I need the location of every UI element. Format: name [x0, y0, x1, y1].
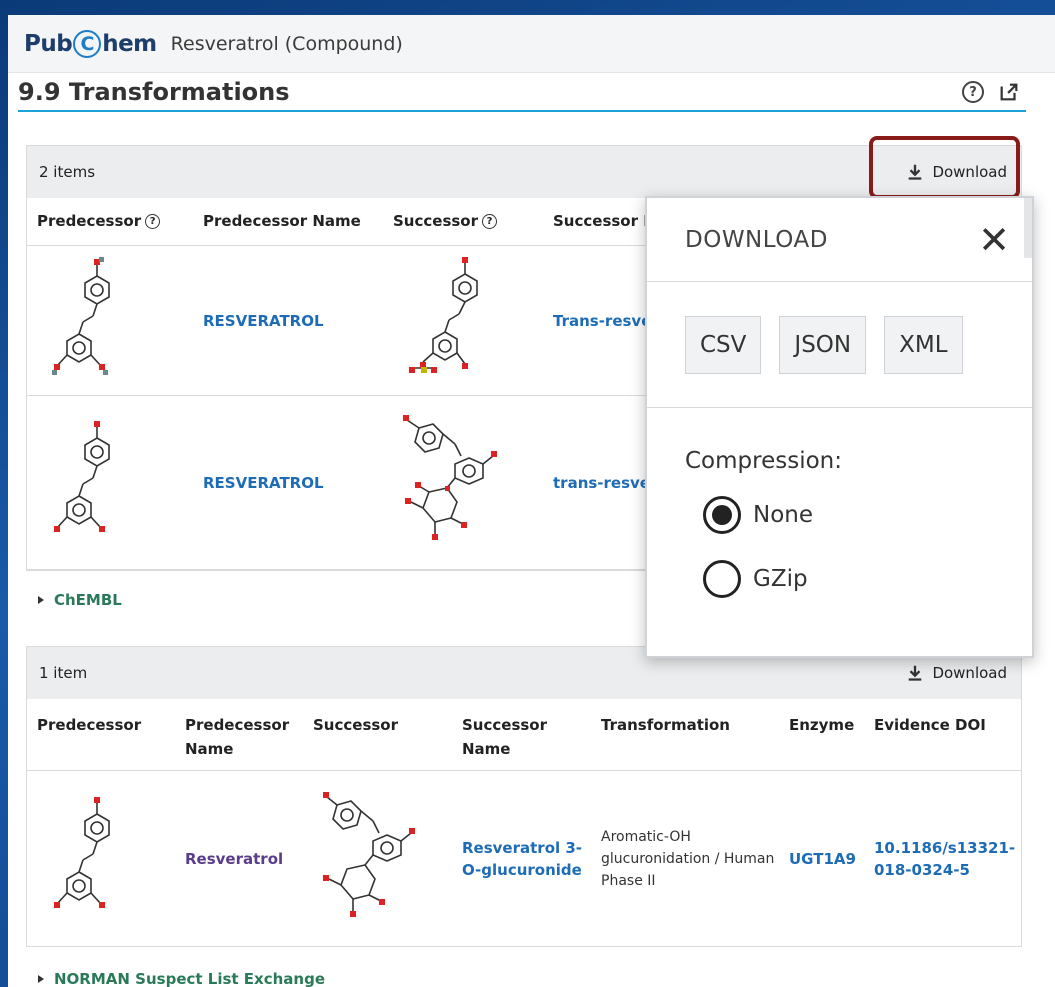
help-icon[interactable]: ?: [962, 81, 984, 103]
compression-label: Compression:: [685, 448, 842, 474]
item-count: 1 item: [39, 664, 88, 682]
structure-image[interactable]: [383, 254, 543, 388]
predecessor-name-link[interactable]: RESVERATROL: [203, 474, 324, 492]
logo-text-pub: Pub: [24, 30, 73, 57]
dialog-title: DOWNLOAD: [685, 226, 828, 253]
structure-image[interactable]: [27, 416, 193, 550]
structure-image[interactable]: [27, 254, 193, 388]
download-button[interactable]: Download: [906, 664, 1007, 682]
col-evidence-doi[interactable]: Evidence DOI: [864, 699, 1004, 770]
logo-c-icon: C: [73, 29, 102, 58]
successor-name-link[interactable]: Resveratrol 3-O-glucuronide: [462, 839, 582, 879]
molecule-icon: [54, 420, 110, 532]
enzyme-link[interactable]: UGT1A9: [789, 850, 856, 868]
section-title: 9.9 Transformations: [18, 78, 290, 106]
item-count: 2 items: [39, 163, 96, 181]
pubchem-page: Pub C hem Resveratrol (Compound) 9.9 Tra…: [8, 15, 1055, 987]
col-predecessor-name[interactable]: Predecessor Name: [175, 699, 303, 770]
col-transformation[interactable]: Transformation: [591, 699, 779, 770]
download-highlight: [869, 136, 1020, 199]
dialog-header: DOWNLOAD ✕: [647, 198, 1032, 282]
expand-triangle-icon: [38, 975, 44, 983]
format-buttons: CSV JSON XML: [647, 282, 1032, 408]
molecule-icon: [54, 796, 110, 908]
help-icon[interactable]: ?: [145, 214, 161, 229]
col-predecessor-name[interactable]: Predecessor Name: [193, 198, 383, 245]
download-icon: [909, 665, 922, 681]
logo-text-hem: hem: [102, 30, 157, 57]
popup-scrollbar[interactable]: [1024, 198, 1032, 258]
expander-label: NORMAN Suspect List Exchange: [54, 970, 325, 987]
structure-image[interactable]: [27, 792, 175, 926]
compression-section: Compression: None GZip: [647, 408, 1032, 598]
csv-button[interactable]: CSV: [685, 315, 762, 374]
table-row: Resveratrol Resveratrol 3-O-glucuronide …: [27, 771, 1021, 946]
close-icon[interactable]: ✕: [978, 221, 1010, 259]
molecule-icon: [403, 414, 497, 540]
col-successor-name[interactable]: Successor Name: [452, 699, 591, 770]
structure-image[interactable]: [303, 787, 452, 931]
molecule-icon: [409, 256, 478, 373]
xml-button[interactable]: XML: [884, 315, 963, 374]
radio-selected-icon[interactable]: [703, 496, 741, 534]
successor-name-link[interactable]: trans-resver: [553, 474, 657, 492]
pubchem-logo[interactable]: Pub C hem: [24, 29, 157, 58]
help-icon[interactable]: ?: [482, 214, 497, 229]
top-bar: Pub C hem Resveratrol (Compound): [8, 15, 1055, 73]
radio-gzip-label: GZip: [753, 566, 808, 592]
radio-gzip[interactable]: GZip: [703, 560, 1032, 598]
table-2-columns: Predecessor Predecessor Name Successor S…: [27, 699, 1021, 771]
radio-none[interactable]: None: [703, 496, 1032, 534]
successor-name-link[interactable]: Trans-resver: [553, 312, 659, 330]
chembl-expander[interactable]: ChEMBL: [38, 591, 122, 609]
download-label: Download: [932, 664, 1007, 682]
download-dialog: DOWNLOAD ✕ CSV JSON XML Compression: Non…: [645, 196, 1034, 658]
transformations-table-2: 1 item Download Predecessor Predecessor …: [26, 646, 1022, 947]
molecule-icon: [52, 256, 110, 375]
doi-link[interactable]: 10.1186/s13321-018-0324-5: [874, 839, 1015, 879]
molecule-icon: [323, 791, 415, 917]
page-title: Resveratrol (Compound): [170, 32, 403, 55]
structure-image[interactable]: [383, 406, 543, 560]
expander-label: ChEMBL: [54, 591, 122, 609]
col-enzyme[interactable]: Enzyme: [779, 699, 864, 770]
predecessor-name-link[interactable]: RESVERATROL: [203, 312, 324, 330]
col-successor[interactable]: Successor: [303, 699, 452, 770]
radio-unselected-icon[interactable]: [703, 560, 741, 598]
col-successor[interactable]: Successor?: [383, 198, 543, 245]
json-button[interactable]: JSON: [779, 315, 867, 374]
expand-triangle-icon: [38, 596, 44, 604]
norman-expander[interactable]: NORMAN Suspect List Exchange: [38, 970, 325, 987]
external-link-icon[interactable]: [998, 81, 1020, 103]
col-predecessor[interactable]: Predecessor: [27, 699, 175, 770]
section-header: 9.9 Transformations ?: [18, 74, 1026, 112]
predecessor-name-link[interactable]: Resveratrol: [185, 850, 283, 868]
radio-none-label: None: [753, 502, 814, 528]
transformation-text: Aromatic-OH glucuronidation / Human Phas…: [601, 828, 775, 889]
col-predecessor[interactable]: Predecessor?: [27, 198, 193, 245]
